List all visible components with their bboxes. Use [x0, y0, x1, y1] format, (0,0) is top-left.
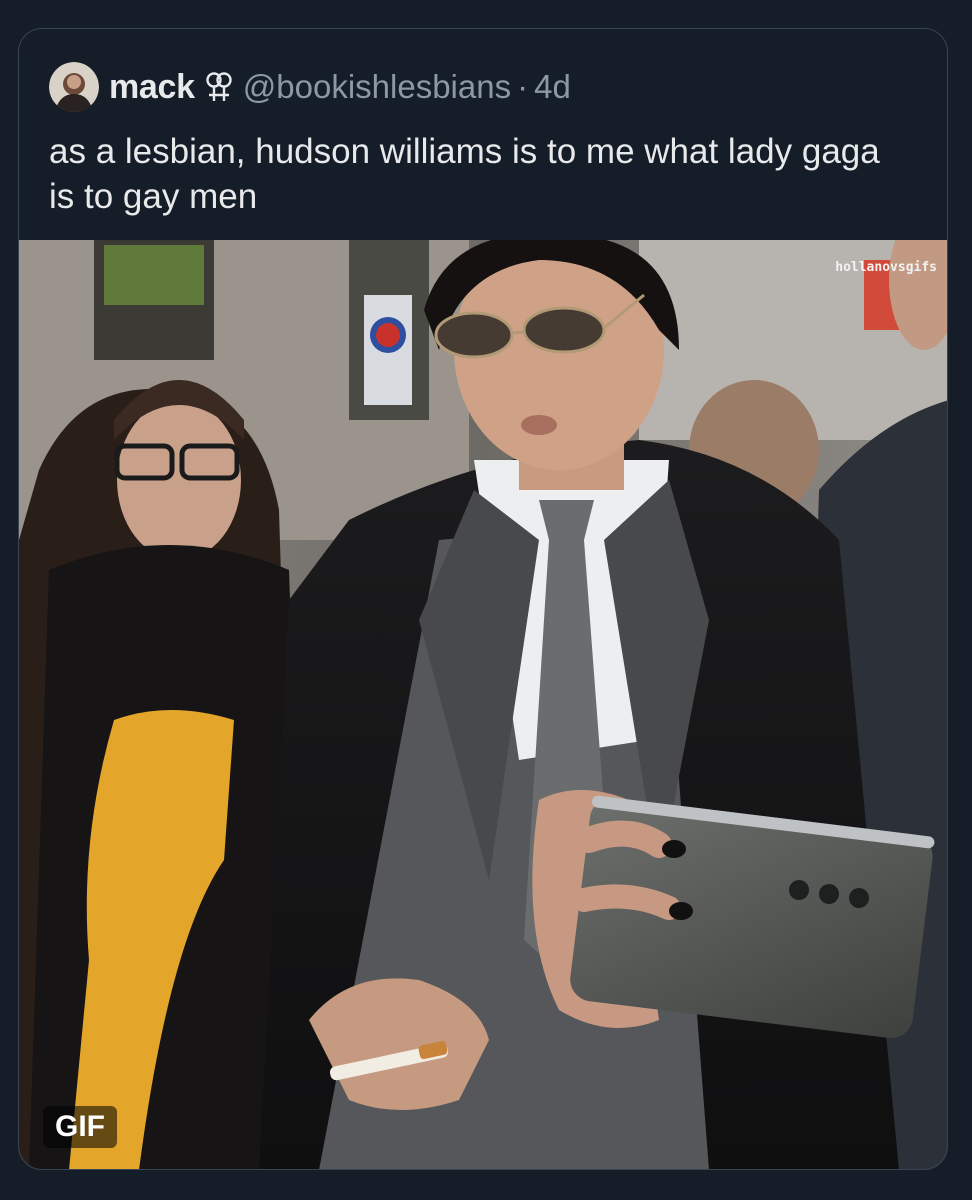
gif-frame-illustration — [19, 240, 947, 1169]
tweet-card[interactable]: mack @bookishlesbians · 4d as a lesbian,… — [18, 28, 948, 1170]
tweet-header: mack @bookishlesbians · 4d — [49, 59, 571, 115]
separator-dot: · — [517, 68, 529, 105]
avatar[interactable] — [49, 62, 99, 112]
tweet-media-gif[interactable]: hollanovsgifs GIF — [19, 240, 947, 1169]
double-venus-symbol-icon — [205, 70, 233, 104]
timestamp[interactable]: 4d — [534, 68, 571, 106]
tweet-text: as a lesbian, hudson williams is to me w… — [49, 132, 880, 216]
gif-watermark: hollanovsgifs — [835, 260, 937, 275]
user-handle[interactable]: @bookishlesbians — [243, 68, 511, 106]
display-name[interactable]: mack — [109, 68, 195, 107]
gif-badge: GIF — [43, 1106, 117, 1148]
